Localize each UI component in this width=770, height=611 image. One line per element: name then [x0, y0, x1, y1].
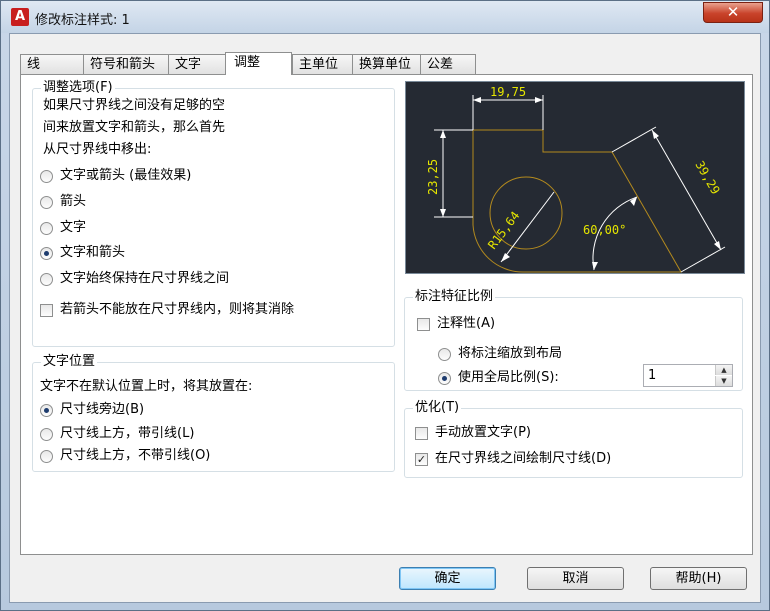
fit-description-line-2: 间来放置文字和箭头，那么首先	[43, 120, 226, 135]
preview-dim-radius: R15,64	[485, 209, 522, 252]
spin-up-arrow-icon[interactable]: ▲	[715, 365, 732, 375]
fit-description-line-1: 如果尺寸界线之间没有足够的空	[43, 98, 226, 113]
tab-lines[interactable]: 线	[20, 54, 83, 75]
radio-text-and-arrows-label[interactable]: 文字和箭头	[60, 245, 125, 261]
radio-text-or-arrows-label[interactable]: 文字或箭头 (最佳效果)	[60, 168, 191, 184]
tab-symbols-arrows[interactable]: 符号和箭头	[83, 54, 168, 75]
preview-dim-left: 23,25	[426, 159, 440, 195]
tab-fit[interactable]: 调整	[225, 52, 292, 75]
tab-primary-units[interactable]: 主单位	[292, 54, 352, 75]
radio-always-keep-text-label[interactable]: 文字始终保持在尺寸界线之间	[60, 271, 229, 287]
radio-arrows-label[interactable]: 箭头	[60, 194, 86, 210]
preview-part-outline	[472, 129, 682, 273]
checkbox-draw-dim-line-label[interactable]: 在尺寸界线之间绘制尺寸线(D)	[435, 451, 611, 467]
radio-text[interactable]	[40, 222, 53, 235]
preview-dim-angle: 60,00°	[583, 223, 626, 237]
radio-global-scale-label[interactable]: 使用全局比例(S):	[458, 370, 559, 386]
checkbox-suppress-arrows-label[interactable]: 若箭头不能放在尺寸界线内，则将其消除	[60, 302, 294, 318]
radio-text-label[interactable]: 文字	[60, 220, 86, 236]
checkbox-annotative-label[interactable]: 注释性(A)	[437, 316, 495, 332]
radio-global-scale[interactable]	[438, 372, 451, 385]
checkbox-manual-place-text-label[interactable]: 手动放置文字(P)	[435, 425, 531, 441]
checkbox-suppress-arrows[interactable]	[40, 304, 53, 317]
close-button[interactable]: ✕	[703, 2, 763, 23]
preview-drawing: 19,75 23,25 39,29 R15,64 60,00°	[426, 85, 726, 273]
text-placement-title: 文字位置	[41, 354, 98, 370]
tab-page-fit: 调整选项(F) 如果尺寸界线之间没有足够的空 间来放置文字和箭头，那么首先 从尺…	[20, 74, 753, 555]
radio-beside-dim-line-label[interactable]: 尺寸线旁边(B)	[60, 402, 144, 418]
checkbox-annotative[interactable]	[417, 318, 430, 331]
radio-over-with-leader[interactable]	[40, 428, 53, 441]
checkbox-manual-place-text[interactable]	[415, 427, 428, 440]
tab-text[interactable]: 文字	[168, 54, 225, 75]
radio-scale-to-layout[interactable]	[438, 348, 451, 361]
radio-beside-dim-line[interactable]	[40, 404, 53, 417]
dimension-preview: 19,75 23,25 39,29 R15,64 60,00°	[405, 81, 745, 274]
tab-tolerances[interactable]: 公差	[420, 54, 476, 75]
radio-arrows[interactable]	[40, 196, 53, 209]
radio-over-without-leader-label[interactable]: 尺寸线上方，不带引线(O)	[60, 448, 210, 464]
fine-tuning-title: 优化(T)	[413, 400, 462, 416]
radio-scale-to-layout-label[interactable]: 将标注缩放到布局	[458, 346, 562, 362]
checkbox-draw-dim-line[interactable]: ✓	[415, 453, 428, 466]
tab-alternate-units[interactable]: 换算单位	[352, 54, 420, 75]
global-scale-value[interactable]: 1	[648, 368, 656, 384]
tab-strip: 线 符号和箭头 文字 调整 主单位 换算单位 公差	[20, 52, 476, 75]
ok-button[interactable]: 确定	[399, 567, 496, 590]
dialog-window: A 修改标注样式: 1 ✕ 线 符号和箭头 文字 调整 主单位 换算单位 公差 …	[0, 0, 770, 611]
radio-text-or-arrows[interactable]	[40, 170, 53, 183]
text-placement-description: 文字不在默认位置上时，将其放置在:	[40, 379, 253, 394]
window-title: 修改标注样式: 1	[35, 13, 130, 28]
help-button[interactable]: 帮助(H)	[650, 567, 747, 590]
preview-dim-top: 19,75	[490, 85, 526, 99]
preview-dim-right: 39,29	[692, 159, 722, 197]
radio-over-without-leader[interactable]	[40, 450, 53, 463]
fit-description-line-3: 从尺寸界线中移出:	[43, 142, 152, 157]
title-bar[interactable]: A 修改标注样式: 1 ✕	[1, 1, 769, 33]
autocad-app-icon: A	[11, 8, 29, 26]
dialog-client-area: 线 符号和箭头 文字 调整 主单位 换算单位 公差 调整选项(F) 如果尺寸界线…	[9, 33, 761, 603]
spin-down-arrow-icon[interactable]: ▼	[715, 376, 732, 386]
radio-over-with-leader-label[interactable]: 尺寸线上方，带引线(L)	[60, 426, 194, 442]
fine-tuning-group: 优化(T)	[404, 400, 743, 478]
cancel-button[interactable]: 取消	[527, 567, 624, 590]
radio-always-keep-text[interactable]	[40, 273, 53, 286]
fit-options-title: 调整选项(F)	[41, 80, 115, 96]
scale-features-title: 标注特征比例	[413, 289, 496, 305]
global-scale-spinner[interactable]: 1 ▲ ▼	[643, 364, 733, 387]
radio-text-and-arrows[interactable]	[40, 247, 53, 260]
